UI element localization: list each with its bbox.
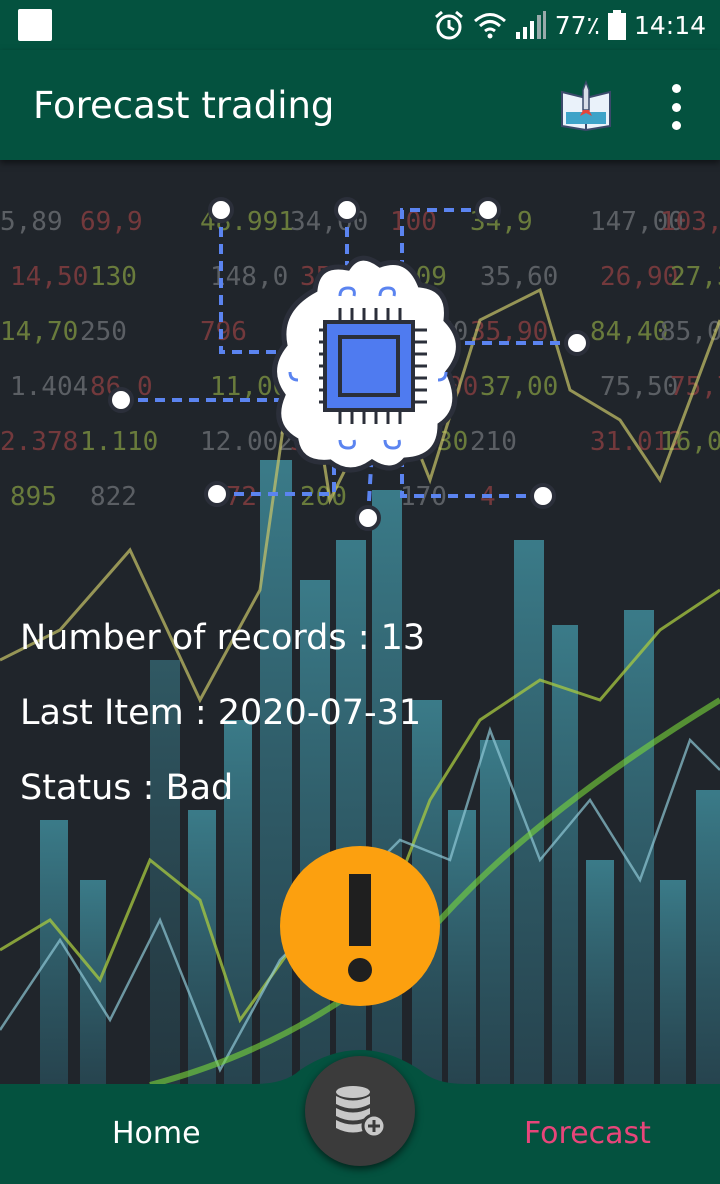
last-item-text: Last Item : 2020-07-31: [20, 693, 422, 733]
background-ticker-number: 14,50: [10, 262, 88, 292]
nav-home[interactable]: Home: [112, 1116, 201, 1151]
warning-icon: [280, 846, 440, 1006]
background-ticker-number: 2.378: [0, 427, 78, 457]
status-text: Status : Bad: [20, 768, 234, 808]
status-bar: 77٪ 14:14: [0, 0, 720, 50]
app-logo-icon[interactable]: [558, 80, 614, 134]
signal-icon: [515, 11, 546, 39]
battery-percent: 77٪: [554, 10, 600, 40]
background-ticker-number: 26,90: [600, 262, 678, 292]
background-ticker-number: 27,3: [670, 262, 720, 292]
background-ticker-number: 103,2: [660, 207, 720, 237]
background-ticker-number: 1.404: [10, 372, 88, 402]
wifi-icon: [473, 13, 506, 39]
more-vert-icon[interactable]: [660, 84, 692, 130]
background-ticker-number: 895: [10, 482, 57, 512]
background-ticker-number: 75,50: [600, 372, 678, 402]
add-data-fab-button[interactable]: [305, 1056, 415, 1166]
battery-icon: [607, 10, 626, 40]
alarm-icon: [434, 10, 463, 40]
app-title: Forecast trading: [33, 84, 335, 127]
app-bar: Forecast trading: [0, 50, 720, 160]
background-ticker-number: 14,70: [0, 317, 78, 347]
status-icons: 77٪ 14:14: [433, 8, 706, 42]
nav-forecast[interactable]: Forecast: [524, 1116, 651, 1151]
exclamation-icon: [348, 874, 372, 982]
ai-chip-illustration: [108, 197, 590, 531]
background-ticker-number: 84,40: [590, 317, 668, 347]
clock: 14:14: [633, 10, 706, 40]
notification-icon: [18, 9, 52, 41]
records-count-text: Number of records : 13: [20, 618, 426, 658]
database-add-icon: [336, 1086, 387, 1139]
background-ticker-number: 5,89: [0, 207, 63, 237]
